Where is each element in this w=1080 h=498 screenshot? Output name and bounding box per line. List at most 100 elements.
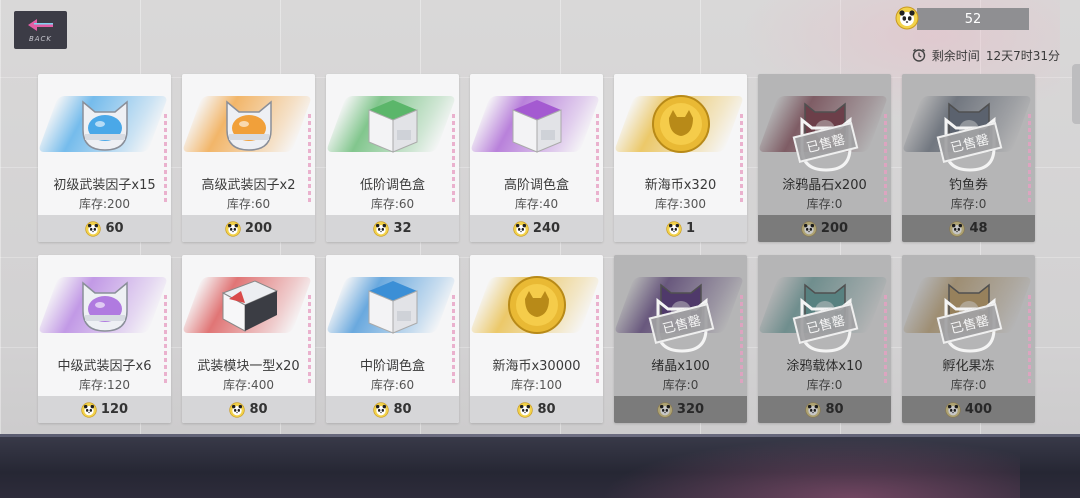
item-art <box>38 74 171 174</box>
item-price-value: 80 <box>537 402 556 417</box>
currency-display: 52 <box>895 6 1029 30</box>
gold-coin-icon <box>647 90 715 158</box>
timer-label: 剩余时间 <box>931 48 980 63</box>
item-price[interactable]: 120 <box>38 396 171 423</box>
item-stock: 库存:60 <box>226 197 271 211</box>
item-price-value: 240 <box>532 221 561 236</box>
item-price-value: 1 <box>685 221 696 236</box>
sold-out-stamp: 已售罄 <box>788 285 864 361</box>
item-art <box>182 74 315 174</box>
item-stock: 库存:120 <box>79 378 130 392</box>
item-stock: 库存:0 <box>662 378 699 392</box>
shop-item-card[interactable]: 钓鱼券 库存:0 48 已售罄 <box>902 74 1035 242</box>
shop-item-card[interactable]: 涂鸦载体x10 库存:0 80 已售罄 <box>758 255 891 423</box>
paint-box-blue-icon <box>359 271 427 339</box>
panda-coin-icon <box>657 401 673 418</box>
item-price-value: 320 <box>676 402 705 417</box>
item-stock: 库存:60 <box>370 197 415 211</box>
panda-coin-icon <box>373 220 390 237</box>
item-price[interactable]: 48 <box>902 215 1035 242</box>
panda-coin-icon <box>805 401 822 418</box>
back-button[interactable]: BACK <box>14 11 67 49</box>
shop-item-card[interactable]: 低阶调色盒 库存:60 32 <box>326 74 459 242</box>
item-price[interactable]: 80 <box>326 396 459 423</box>
item-price-value: 60 <box>105 221 124 236</box>
paint-box-green-icon <box>359 90 427 158</box>
shop-item-card[interactable]: 中阶调色盒 库存:60 80 <box>326 255 459 423</box>
panda-coin-icon <box>895 6 919 30</box>
clock-icon <box>912 48 925 62</box>
shop-item-card[interactable]: 武装模块一型x20 库存:400 80 <box>182 255 315 423</box>
back-label: BACK <box>28 35 53 43</box>
item-price[interactable]: 320 <box>614 396 747 423</box>
timer-value: 12天7时31分 <box>985 48 1060 63</box>
panda-coin-icon <box>85 220 102 237</box>
item-price-value: 400 <box>964 402 993 417</box>
item-stock: 库存:400 <box>223 378 274 392</box>
sold-out-stamp: 已售罄 <box>932 285 1008 361</box>
panda-coin-icon <box>81 401 97 418</box>
item-stock: 库存:0 <box>950 197 987 211</box>
item-art <box>326 74 459 174</box>
shop-item-card[interactable]: 涂鸦晶石x200 库存:0 200 已售罄 <box>758 74 891 242</box>
shop-item-card[interactable]: 初级武装因子x15 库存:200 60 <box>38 74 171 242</box>
item-art <box>614 74 747 174</box>
item-price[interactable]: 400 <box>902 396 1035 423</box>
item-art <box>38 255 171 355</box>
shop-item-card[interactable]: 绪晶x100 库存:0 320 已售罄 <box>614 255 747 423</box>
item-price[interactable]: 240 <box>470 215 603 242</box>
shop-item-card[interactable]: 高阶调色盒 库存:40 240 <box>470 74 603 242</box>
panda-coin-icon <box>945 401 961 418</box>
item-name: 武装模块一型x20 <box>197 359 300 374</box>
item-price[interactable]: 200 <box>182 215 315 242</box>
item-stock: 库存:0 <box>950 378 987 392</box>
item-price-value: 48 <box>969 221 988 236</box>
panda-coin-icon <box>517 401 534 418</box>
shop-item-card[interactable]: 新海币x320 库存:300 1 <box>614 74 747 242</box>
item-name: 初级武装因子x15 <box>53 178 156 193</box>
item-price-value: 80 <box>249 402 268 417</box>
panda-coin-icon <box>801 220 817 237</box>
floor-strip <box>0 434 1080 498</box>
item-name: 高阶调色盒 <box>503 178 569 193</box>
shop-item-card[interactable]: 高级武装因子x2 库存:60 200 <box>182 74 315 242</box>
item-price-value: 80 <box>825 402 844 417</box>
remaining-time: 剩余时间 12天7时31分 <box>912 46 1060 64</box>
item-stock: 库存:200 <box>79 197 130 211</box>
panda-coin-icon <box>666 220 682 237</box>
item-stock: 库存:40 <box>514 197 559 211</box>
item-price[interactable]: 1 <box>614 215 747 242</box>
shop-item-card[interactable]: 新海币x30000 库存:100 80 <box>470 255 603 423</box>
item-price[interactable]: 60 <box>38 215 171 242</box>
shop-item-card[interactable]: 中级武装因子x6 库存:120 120 <box>38 255 171 423</box>
item-stock: 库存:0 <box>806 197 843 211</box>
item-price[interactable]: 200 <box>758 215 891 242</box>
paint-box-purple-icon <box>503 90 571 158</box>
item-name: 高级武装因子x2 <box>201 178 296 193</box>
item-price[interactable]: 80 <box>758 396 891 423</box>
panda-coin-icon <box>225 220 241 237</box>
item-price[interactable]: 80 <box>182 396 315 423</box>
side-handle[interactable] <box>1072 64 1080 124</box>
gold-coin-icon <box>503 271 571 339</box>
armor-module-icon <box>215 271 283 339</box>
panda-coin-icon <box>373 401 390 418</box>
cat-helmet-orange-icon <box>215 90 283 158</box>
shop-item-card[interactable]: 孵化果冻 库存:0 400 已售罄 <box>902 255 1035 423</box>
item-price[interactable]: 32 <box>326 215 459 242</box>
item-name: 新海币x30000 <box>492 359 581 374</box>
item-price[interactable]: 80 <box>470 396 603 423</box>
item-stock: 库存:300 <box>655 197 706 211</box>
item-stock: 库存:0 <box>806 378 843 392</box>
item-price-value: 120 <box>100 402 129 417</box>
item-art <box>326 255 459 355</box>
item-name: 新海币x320 <box>644 178 717 193</box>
panda-coin-icon <box>229 401 246 418</box>
item-price-value: 80 <box>393 402 412 417</box>
item-price-value: 200 <box>244 221 273 236</box>
item-art <box>182 255 315 355</box>
sold-out-stamp: 已售罄 <box>788 104 864 180</box>
item-name: 低阶调色盒 <box>359 178 425 193</box>
item-name: 中阶调色盒 <box>359 359 425 374</box>
item-price-value: 32 <box>393 221 412 236</box>
